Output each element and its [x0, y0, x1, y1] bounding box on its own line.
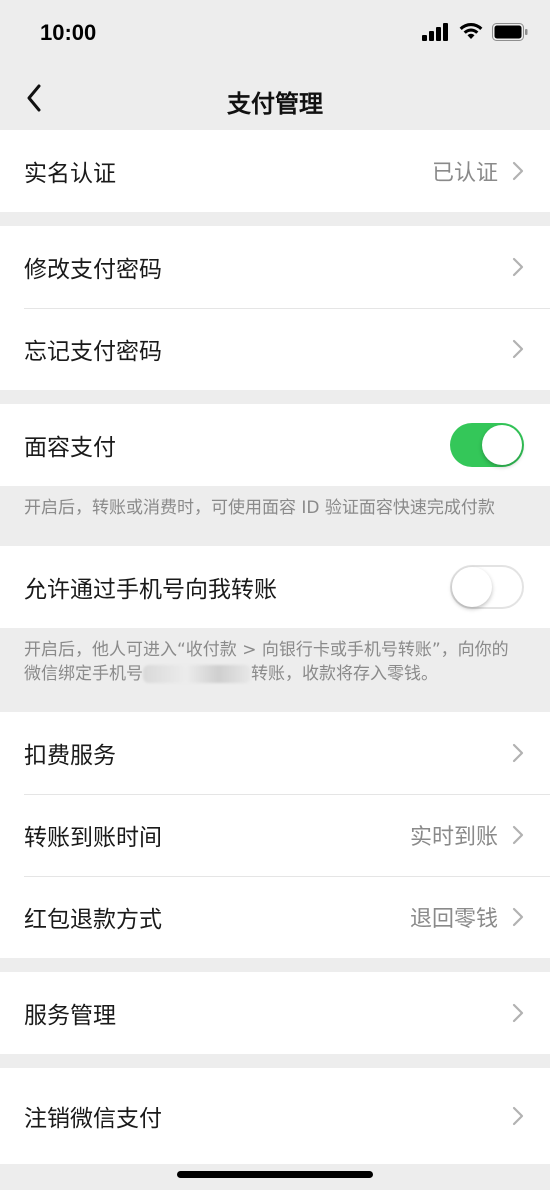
chevron-right-icon	[512, 1106, 524, 1126]
redpacket-refund-row[interactable]: 红包退款方式 退回零钱	[0, 876, 550, 958]
toggle-knob	[452, 567, 492, 607]
phone-transfer-label: 允许通过手机号向我转账	[24, 577, 277, 603]
transfer-time-label: 转账到账时间	[24, 825, 162, 851]
face-pay-toggle[interactable]	[450, 423, 524, 467]
toggle-knob	[482, 425, 522, 465]
status-time: 10:00	[40, 20, 97, 45]
transfer-time-value: 实时到账	[409, 825, 498, 850]
face-pay-row: 面容支付	[0, 404, 550, 486]
chevron-right-icon	[512, 907, 524, 927]
blurred-phone-number	[143, 665, 251, 683]
cellular-signal-icon	[422, 22, 448, 41]
transfer-time-row[interactable]: 转账到账时间 实时到账	[0, 794, 550, 876]
forgot-password-label: 忘记支付密码	[24, 339, 162, 365]
navigation-bar: 支付管理	[0, 66, 550, 130]
chevron-right-icon	[512, 1003, 524, 1023]
redpacket-refund-label: 红包退款方式	[24, 907, 162, 933]
chevron-right-icon	[512, 825, 524, 845]
chevron-right-icon	[512, 257, 524, 277]
status-icons	[422, 22, 528, 41]
real-name-status: 已认证	[431, 161, 498, 186]
real-name-label: 实名认证	[24, 161, 116, 187]
close-wechat-pay-row[interactable]: 注销微信支付	[0, 1068, 550, 1164]
face-pay-label: 面容支付	[24, 435, 116, 461]
face-pay-hint: 开启后，转账或消费时，可使用面容 ID 验证面容快速完成付款	[0, 486, 550, 546]
deduction-service-row[interactable]: 扣费服务	[0, 712, 550, 794]
phone-transfer-toggle[interactable]	[450, 565, 524, 609]
phone-transfer-row: 允许通过手机号向我转账	[0, 546, 550, 628]
home-indicator[interactable]	[177, 1171, 373, 1178]
service-management-row[interactable]: 服务管理	[0, 972, 550, 1054]
change-password-row[interactable]: 修改支付密码	[0, 226, 550, 308]
chevron-right-icon	[512, 161, 524, 181]
phone-transfer-hint-text-end: 转账，收款将存入零钱。	[251, 664, 438, 684]
close-wechat-pay-label: 注销微信支付	[24, 1106, 162, 1132]
service-management-group: 服务管理	[0, 972, 550, 1054]
chevron-right-icon	[512, 339, 524, 359]
battery-icon	[492, 22, 528, 41]
close-wechat-pay-group: 注销微信支付	[0, 1068, 550, 1164]
real-name-group: 实名认证 已认证	[0, 130, 550, 212]
phone-transfer-hint: 开启后，他人可进入“收付款 > 向银行卡或手机号转账”，向你的微信绑定手机号 转账…	[0, 628, 550, 712]
status-bar: 10:00	[0, 0, 550, 66]
phone-transfer-group: 允许通过手机号向我转账	[0, 546, 550, 628]
real-name-row[interactable]: 实名认证 已认证	[0, 130, 550, 212]
forgot-password-row[interactable]: 忘记支付密码	[0, 308, 550, 390]
change-password-label: 修改支付密码	[24, 257, 162, 283]
password-group: 修改支付密码 忘记支付密码	[0, 226, 550, 390]
redpacket-refund-value: 退回零钱	[409, 907, 498, 932]
services-group: 扣费服务 转账到账时间 实时到账 红包退款方式 退回零钱	[0, 712, 550, 958]
page-title: 支付管理	[227, 90, 323, 118]
face-pay-group: 面容支付	[0, 404, 550, 486]
chevron-right-icon	[512, 743, 524, 763]
deduction-service-label: 扣费服务	[24, 743, 116, 769]
wifi-icon	[459, 23, 483, 39]
service-management-label: 服务管理	[24, 1003, 116, 1029]
